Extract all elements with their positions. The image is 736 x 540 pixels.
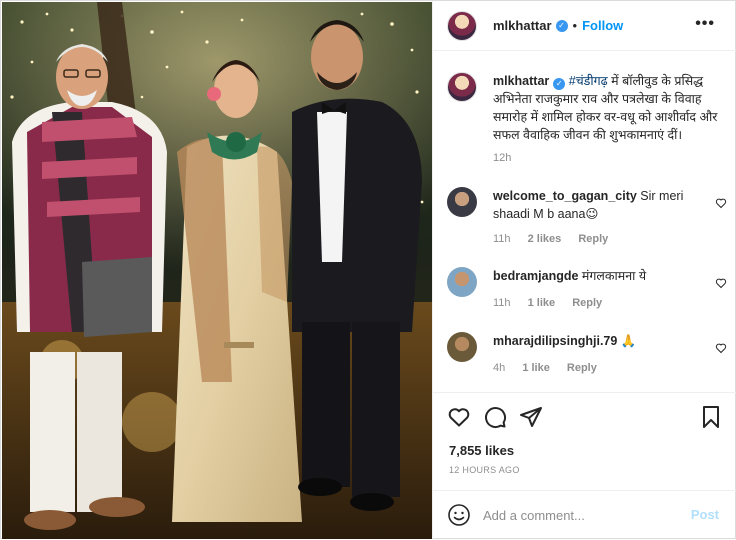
follow-button[interactable]: Follow xyxy=(582,18,623,33)
comment-icon[interactable] xyxy=(483,405,507,429)
post-button[interactable]: Post xyxy=(691,507,719,522)
commenter-avatar[interactable] xyxy=(447,332,477,362)
comment-username[interactable]: bedramjangde xyxy=(493,269,578,283)
reply-button[interactable]: Reply xyxy=(572,297,602,309)
caption-meta: 12h xyxy=(493,152,525,164)
commenter-avatar[interactable] xyxy=(447,187,477,217)
post-photo[interactable] xyxy=(2,2,432,539)
caption-username[interactable]: mlkhattar xyxy=(493,74,549,88)
list-item: bedramjangde मंगलकामना ये 11h 1 like Rep… xyxy=(447,267,727,317)
bookmark-icon[interactable] xyxy=(699,405,723,429)
header-username[interactable]: mlkhattar xyxy=(493,18,552,33)
comment-likes[interactable]: 2 likes xyxy=(528,233,562,245)
commenter-avatar[interactable] xyxy=(447,267,477,297)
comment-body: bedramjangde मंगलकामना ये xyxy=(493,267,718,285)
post-header: mlkhattar ✓ • Follow ••• xyxy=(433,1,736,51)
caption-time[interactable]: 12h xyxy=(493,152,511,164)
heart-icon[interactable] xyxy=(447,405,471,429)
comment-meta: 11h 1 like Reply xyxy=(493,297,616,309)
instagram-post: mlkhattar ✓ • Follow ••• mlkhattar ✓ #चंड… xyxy=(0,0,736,540)
verified-badge-icon: ✓ xyxy=(553,78,566,90)
add-comment-bar: Post xyxy=(433,490,736,540)
like-comment-heart-icon[interactable] xyxy=(715,197,727,209)
caption-avatar[interactable] xyxy=(447,72,477,102)
comment-body: welcome_to_gagan_city Sir meri shaadi M … xyxy=(493,187,718,223)
avatar[interactable] xyxy=(447,10,477,41)
like-comment-heart-icon[interactable] xyxy=(715,342,727,354)
verified-badge-icon: ✓ xyxy=(555,19,568,32)
more-options-icon[interactable]: ••• xyxy=(695,16,715,32)
comment-username[interactable]: mharajdilipsinghji.79 xyxy=(493,334,617,348)
share-icon[interactable] xyxy=(519,405,543,429)
comment-username[interactable]: welcome_to_gagan_city xyxy=(493,189,637,203)
post-timestamp[interactable]: 12 HOURS AGO xyxy=(449,465,520,475)
like-comment-heart-icon[interactable] xyxy=(715,277,727,289)
comments-list[interactable]: mlkhattar ✓ #चंडीगढ़ में बॉलीवुड के प्रसि… xyxy=(433,52,736,392)
comment-meta: 4h 1 like Reply xyxy=(493,362,611,374)
comment-likes[interactable]: 1 like xyxy=(522,362,550,374)
caption-body: mlkhattar ✓ #चंडीगढ़ में बॉलीवुड के प्रसि… xyxy=(493,72,718,144)
caption-hashtag[interactable]: #चंडीगढ़ xyxy=(569,74,608,88)
post-image xyxy=(2,2,432,539)
emoji-icon[interactable] xyxy=(447,503,471,527)
comment-text: मंगलकामना ये xyxy=(581,269,647,283)
comment-time[interactable]: 11h xyxy=(493,233,511,245)
post-side-panel: mlkhattar ✓ • Follow ••• mlkhattar ✓ #चंड… xyxy=(432,1,736,540)
comment-time[interactable]: 4h xyxy=(493,362,505,374)
comment-time[interactable]: 11h xyxy=(493,297,511,309)
comment-body: mharajdilipsinghji.79 🙏 xyxy=(493,332,718,350)
comment-text: 🙏 xyxy=(620,334,637,348)
comment-likes[interactable]: 1 like xyxy=(528,297,556,309)
comment-meta: 11h 2 likes Reply xyxy=(493,233,622,245)
caption: mlkhattar ✓ #चंडीगढ़ में बॉलीवुड के प्रसि… xyxy=(447,72,727,182)
header-separator: • xyxy=(572,18,578,33)
reply-button[interactable]: Reply xyxy=(567,362,597,374)
reply-button[interactable]: Reply xyxy=(578,233,608,245)
likes-count[interactable]: 7,855 likes xyxy=(449,443,514,458)
list-item: mharajdilipsinghji.79 🙏 4h 1 like Reply xyxy=(447,332,727,382)
list-item: welcome_to_gagan_city Sir meri shaadi M … xyxy=(447,187,727,249)
comment-input[interactable] xyxy=(483,505,683,525)
